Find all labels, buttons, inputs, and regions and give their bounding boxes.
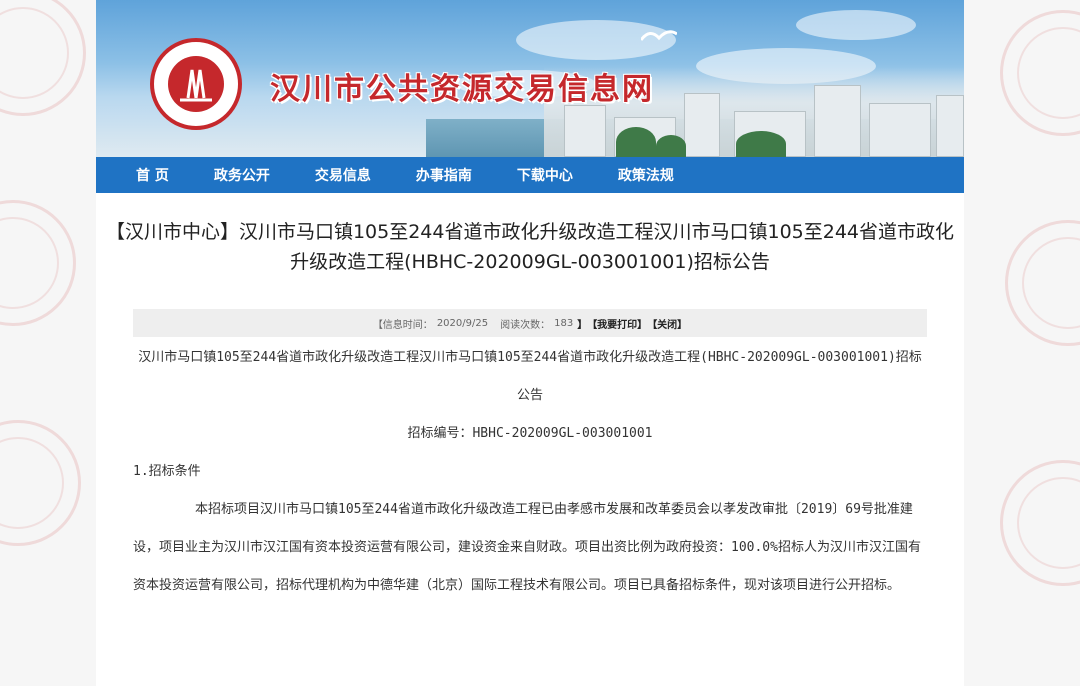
nav-item-service-guide[interactable]: 办事指南	[416, 165, 472, 185]
body-title: 汉川市马口镇105至244省道市政化升级改造工程汉川市马口镇105至244省道市…	[138, 350, 922, 403]
info-views-value: 183	[554, 317, 574, 329]
close-link[interactable]: 【关闭】	[647, 316, 687, 331]
watermark-seal	[0, 0, 86, 116]
nav-item-home[interactable]: 首 页	[136, 165, 169, 185]
info-date-label: 【信息时间：	[372, 319, 433, 331]
header-banner: 汉川市公共资源交易信息网	[96, 0, 964, 157]
watermark-seal	[0, 420, 81, 546]
site-title[interactable]: 汉川市公共资源交易信息网	[270, 64, 654, 108]
watermark-seal	[1000, 10, 1080, 136]
government-resources-seal-icon	[168, 56, 224, 112]
info-date-value: 2020/9/25	[436, 317, 489, 329]
watermark-seal	[1000, 460, 1080, 586]
info-views-label: 阅读次数：	[500, 319, 551, 331]
watermark-seal	[1005, 220, 1080, 346]
nav-item-transaction-info[interactable]: 交易信息	[315, 165, 371, 185]
tender-number: 招标编号：HBHC-202009GL-003001001	[407, 426, 653, 441]
article-content: 汉川市马口镇105至244省道市政化升级改造工程汉川市马口镇105至244省道市…	[133, 339, 927, 605]
page-container: 汉川市公共资源交易信息网 首 页 政务公开 交易信息 办事指南 下载中心 政策法…	[96, 0, 964, 686]
watermark-seal	[0, 200, 76, 326]
nav-item-policies[interactable]: 政策法规	[618, 165, 674, 185]
nav-item-government-affairs[interactable]: 政务公开	[214, 165, 270, 185]
main-nav: 首 页 政务公开 交易信息 办事指南 下载中心 政策法规	[96, 157, 964, 195]
article-title: 【汉川市中心】汉川市马口镇105至244省道市政化升级改造工程汉川市马口镇105…	[105, 221, 955, 273]
site-logo[interactable]	[150, 38, 242, 130]
nav-item-download-center[interactable]: 下载中心	[517, 165, 573, 185]
seagull-icon	[641, 30, 677, 41]
article-info-bar: 【信息时间： 2020/9/25 阅读次数： 183 】 【我要打印】 【关闭】	[133, 309, 927, 337]
section-paragraph: 本招标项目汉川市马口镇105至244省道市政化升级改造工程已由孝感市发展和改革委…	[133, 502, 921, 593]
print-link[interactable]: 【我要打印】	[587, 316, 647, 331]
section-heading: 1.招标条件	[133, 464, 201, 479]
info-close-bracket: 】	[577, 319, 588, 331]
